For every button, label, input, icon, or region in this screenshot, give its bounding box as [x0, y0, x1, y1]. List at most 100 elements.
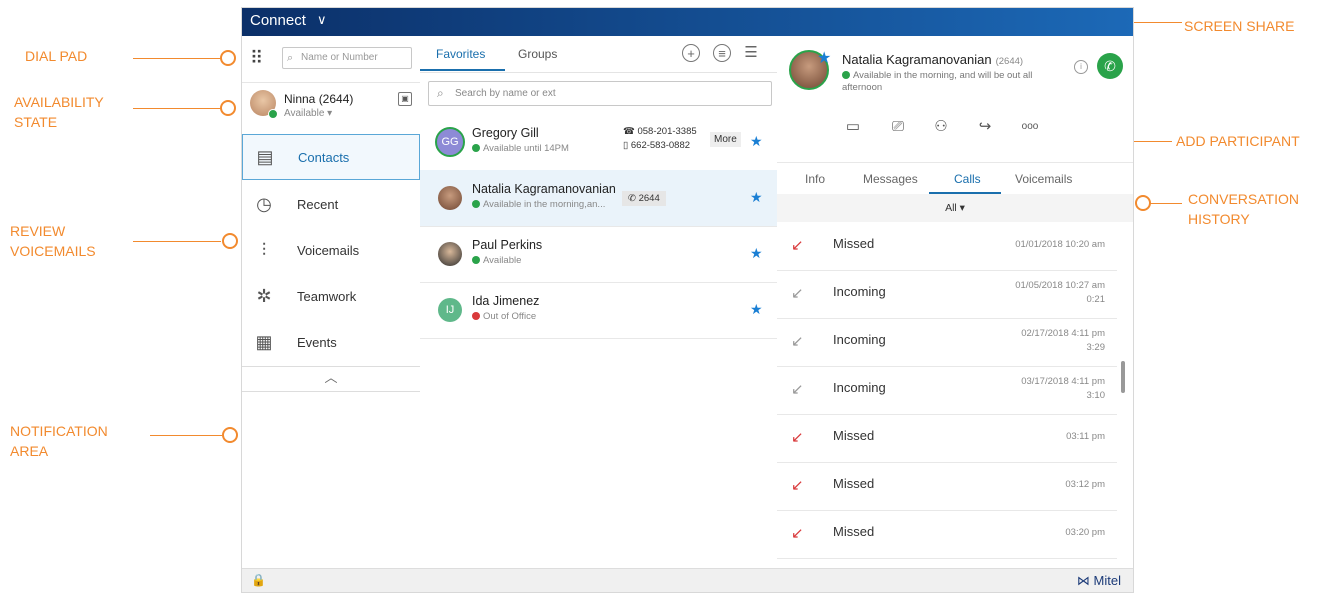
- call-duration: 3:10: [1086, 390, 1106, 401]
- status-text: Available in the morning,an...: [483, 199, 606, 210]
- sidebar-item-contacts[interactable]: ▤ Contacts: [242, 134, 420, 180]
- callout-marker: [220, 100, 236, 116]
- contact-name: Ida Jimenez: [472, 294, 540, 308]
- callout-marker: [222, 427, 238, 443]
- list-view-icon[interactable]: ☰: [742, 44, 760, 62]
- callout-add-participant: ADD PARTICIPANT: [1176, 133, 1300, 149]
- callout-line: [133, 241, 221, 242]
- more-options-icon[interactable]: ooo: [1019, 116, 1041, 138]
- call-row[interactable]: ↙ Missed 03:11 pm: [777, 414, 1117, 463]
- detail-tabs: Info Messages Calls Voicemails: [777, 162, 1133, 196]
- callout-text: CONVERSATION: [1188, 191, 1299, 207]
- contact-row-natalia[interactable]: Natalia Kagramanovanian Available in the…: [420, 170, 777, 227]
- chevron-down-icon[interactable]: ∨: [317, 12, 327, 28]
- avatar: [438, 242, 462, 266]
- tab-voicemails[interactable]: Voicemails: [1015, 172, 1072, 186]
- filter-icon[interactable]: ≡: [713, 44, 731, 62]
- avatar: IJ: [438, 298, 462, 322]
- sidebar-item-label: Contacts: [298, 150, 350, 165]
- sidebar-item-teamwork[interactable]: ✲ Teamwork: [242, 274, 420, 320]
- mitel-logo-icon: ⋈: [1076, 573, 1090, 588]
- contact-row-ida-jimenez[interactable]: IJ Ida Jimenez Out of Office ★: [420, 282, 777, 339]
- favorite-star-icon[interactable]: ★: [750, 133, 763, 150]
- collapse-nav-button[interactable]: ︿: [242, 366, 420, 392]
- tab-messages[interactable]: Messages: [863, 172, 918, 186]
- call-date: 03:11 pm: [1066, 431, 1105, 442]
- callout-line: [133, 108, 221, 109]
- call-duration: 0:21: [1086, 294, 1106, 305]
- tab-info[interactable]: Info: [805, 172, 825, 186]
- status-bar: 🔒 ⋈ Mitel: [242, 568, 1133, 592]
- phone-icon: ✆: [1104, 58, 1116, 74]
- name-number-search-input[interactable]: ⌕ Name or Number: [282, 47, 412, 69]
- detail-name-text: Natalia Kagramanovanian: [842, 52, 992, 67]
- call-row[interactable]: ↙ Missed 03:20 pm: [777, 510, 1117, 559]
- add-participant-icon[interactable]: ⚇: [930, 116, 952, 138]
- active-tab-indicator: [420, 69, 505, 71]
- callout-text: AVAILABILITY: [14, 94, 104, 110]
- status-text: Available until 14PM: [483, 143, 569, 154]
- favorite-star-icon[interactable]: ★: [750, 301, 763, 318]
- sidebar-item-label: Voicemails: [297, 243, 360, 258]
- sidebar-item-label: Recent: [297, 197, 339, 212]
- app-title[interactable]: Connect: [250, 12, 306, 29]
- app-window: Connect ∨ ⠿ ⌕ Name or Number Ninna (2644…: [241, 7, 1134, 593]
- call-button[interactable]: ✆: [1097, 53, 1123, 79]
- call-date: 01/01/2018 10:20 am: [1015, 239, 1105, 250]
- more-button[interactable]: More: [710, 132, 741, 147]
- voicemail-icon[interactable]: ▣: [398, 92, 412, 106]
- lock-icon[interactable]: 🔒: [251, 573, 266, 587]
- favorite-star-icon[interactable]: ★: [750, 189, 763, 206]
- call-row[interactable]: ↙ Missed 01/01/2018 10:20 am: [777, 222, 1117, 271]
- incoming-call-icon: ↙: [791, 333, 804, 350]
- callout-line: [1150, 203, 1182, 204]
- callout-text: VOICEMAILS: [10, 243, 96, 259]
- sidebar-item-recent[interactable]: ◷ Recent: [242, 182, 420, 228]
- callout-marker: [220, 50, 236, 66]
- screen-share-icon[interactable]: ⎚: [887, 116, 909, 138]
- phone-number[interactable]: 058-201-3385: [637, 126, 696, 137]
- callout-text: REVIEW: [10, 223, 66, 239]
- phone-number[interactable]: 662-583-0882: [631, 140, 690, 151]
- call-row[interactable]: ↙ Incoming 03/17/2018 4:11 pm 3:10: [777, 366, 1117, 415]
- favorite-star-icon[interactable]: ★: [750, 245, 763, 262]
- contact-row-paul-perkins[interactable]: Paul Perkins Available ★: [420, 226, 777, 283]
- status-text: Out of Office: [483, 311, 537, 322]
- transfer-icon[interactable]: ↪: [974, 116, 996, 138]
- scrollbar-thumb[interactable]: [1121, 361, 1125, 393]
- info-icon[interactable]: i: [1074, 60, 1088, 74]
- tab-groups[interactable]: Groups: [518, 47, 557, 61]
- contact-row-gregory-gill[interactable]: GG Gregory Gill Available until 14PM ☎ 0…: [420, 114, 777, 171]
- call-row[interactable]: ↙ Missed 03:12 pm: [777, 462, 1117, 511]
- contacts-search-input[interactable]: ⌕ Search by name or ext: [428, 81, 772, 106]
- add-icon[interactable]: +: [682, 44, 700, 62]
- call-filter-dropdown[interactable]: All ▾: [777, 194, 1133, 222]
- dialpad-icon[interactable]: ⠿: [250, 46, 274, 70]
- status-text: Available: [483, 255, 522, 266]
- callout-text: STATE: [14, 114, 58, 130]
- detail-status: Available in the morning, and will be ou…: [842, 70, 1062, 94]
- favorite-star-icon[interactable]: ★: [817, 48, 831, 68]
- call-row[interactable]: ↙ Incoming 01/05/2018 10:27 am 0:21: [777, 270, 1117, 319]
- sidebar-item-events[interactable]: ▦ Events: [242, 320, 420, 366]
- incoming-call-icon: ↙: [791, 381, 804, 398]
- search-icon: ⌕: [437, 86, 444, 100]
- availability-state-dropdown[interactable]: Available ▾: [284, 108, 332, 119]
- phone-icon: ✆: [628, 193, 636, 204]
- callout-line: [150, 435, 222, 436]
- user-availability[interactable]: Ninna (2644) Available ▾ ▣: [242, 82, 420, 135]
- contacts-tabs: Favorites Groups + ≡ ☰: [420, 36, 777, 73]
- call-duration: 3:29: [1086, 342, 1106, 353]
- callout-screen-share: SCREEN SHARE: [1184, 18, 1295, 34]
- extension-badge[interactable]: ✆ 2644: [622, 191, 666, 206]
- missed-call-icon: ↙: [791, 429, 804, 446]
- call-type: Incoming: [833, 380, 886, 395]
- call-type: Incoming: [833, 332, 886, 347]
- video-icon[interactable]: ▭: [842, 116, 864, 138]
- call-row[interactable]: ↙ Incoming 02/17/2018 4:11 pm 3:29: [777, 318, 1117, 367]
- tab-favorites[interactable]: Favorites: [436, 47, 485, 61]
- tab-calls[interactable]: Calls: [954, 172, 981, 186]
- sidebar-item-voicemails[interactable]: ⫶ Voicemails: [242, 228, 420, 274]
- call-type: Missed: [833, 236, 875, 251]
- title-bar: Connect ∨: [242, 8, 1133, 36]
